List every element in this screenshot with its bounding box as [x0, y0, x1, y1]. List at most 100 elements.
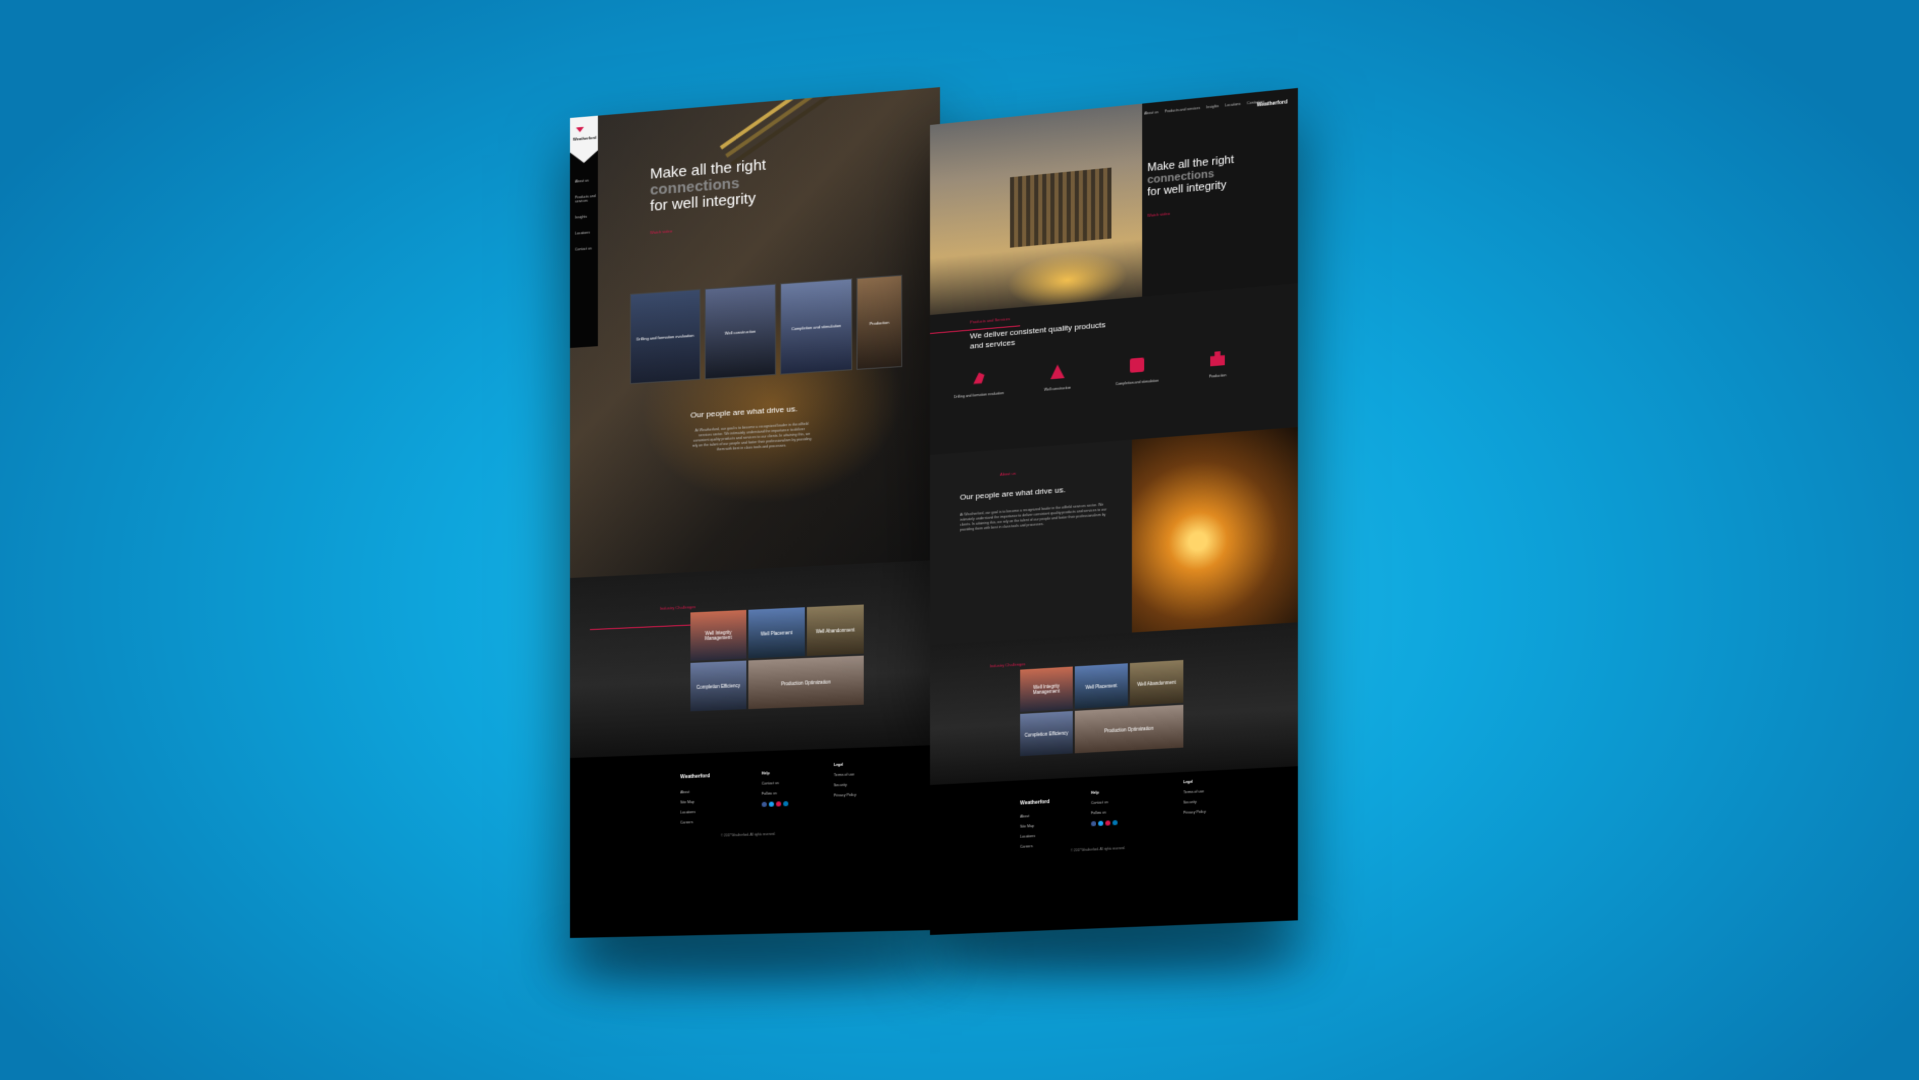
linkedin-icon[interactable]: [783, 801, 789, 807]
right-facebook-icon[interactable]: [1091, 821, 1097, 827]
side-nav-item-locations[interactable]: Locations: [575, 230, 597, 236]
logo-mark-icon: [576, 127, 584, 133]
side-nav-item-products[interactable]: Products and services: [575, 194, 597, 204]
right-challenges-section: Industry Challenges Well Integrity Manag…: [930, 622, 1298, 785]
pumpjack-icon: [972, 370, 986, 385]
facebook-icon[interactable]: [761, 801, 767, 808]
red-divider: [589, 624, 691, 631]
platform-structure: [1010, 167, 1112, 248]
right-footer-col-company: About Site Map Locations Careers: [1020, 814, 1035, 855]
side-nav-item-contact[interactable]: Contact us: [575, 246, 597, 251]
side-nav-item-insights[interactable]: Insights: [575, 214, 597, 220]
side-nav: About us Products and services Insights …: [575, 178, 597, 264]
footer-link-sitemap[interactable]: Site Map: [680, 800, 695, 804]
footer-link-contact[interactable]: Contact us: [762, 781, 789, 786]
right-hero-title: Make all the right connections for well …: [1147, 154, 1234, 199]
footer-help-title: Help: [761, 771, 770, 776]
right-social-icons: [1091, 820, 1118, 827]
challenge-completion-efficiency[interactable]: Completion Efficiency: [690, 660, 747, 712]
bridge-image: [719, 87, 941, 150]
footer-link-careers[interactable]: Careers: [680, 820, 695, 824]
tile-production[interactable]: Production: [856, 274, 903, 370]
right-footer-logo[interactable]: Weatherford: [1020, 799, 1050, 807]
footer-col-help: Help Contact us Follow us: [761, 771, 789, 813]
tile-drilling[interactable]: Drilling and formation evaluation: [629, 288, 701, 385]
plant-icon: [1210, 351, 1225, 366]
tile-completion[interactable]: Completion and stimulation: [780, 278, 853, 375]
product-completion-label: Completion and stimulation: [1115, 378, 1159, 387]
right-footer-help-title: Help: [1091, 790, 1099, 795]
right-footer-follow-label: Follow us: [1091, 810, 1107, 816]
product-construction-label: Well construction: [1044, 385, 1072, 392]
right-challenge-well-placement[interactable]: Well Placement: [1074, 663, 1128, 709]
nav-about[interactable]: About us: [1144, 110, 1158, 115]
left-footer: Weatherford About Site Map Locations Car…: [570, 744, 941, 938]
about-title: Our people are what drive us.: [959, 485, 1066, 502]
product-drilling-label: Drilling and formation evaluation: [953, 391, 1005, 400]
right-linkedin-icon[interactable]: [1112, 820, 1118, 826]
nav-insights[interactable]: Insights: [1206, 104, 1219, 109]
right-challenge-well-abandonment[interactable]: Well Abandonment: [1129, 659, 1184, 706]
top-nav: About us Products and services Insights …: [1144, 100, 1264, 116]
copyright: © 2017 Weatherford. All rights reserved.: [720, 831, 776, 838]
nav-locations[interactable]: Locations: [1225, 102, 1241, 108]
footer-col-company: About Site Map Locations Careers: [680, 790, 695, 831]
left-sidebar: Weatherford About us Products and servic…: [570, 115, 598, 348]
nav-products[interactable]: Products and services: [1165, 106, 1201, 114]
footer-link-security[interactable]: Security: [834, 783, 857, 788]
product-drilling[interactable]: Drilling and formation evaluation: [950, 369, 1008, 400]
right-footer-link-sitemap[interactable]: Site Map: [1020, 824, 1035, 829]
left-page-mockup: Weatherford About us Products and servic…: [570, 87, 941, 938]
footer-link-privacy[interactable]: Privacy Policy: [834, 793, 857, 798]
right-challenges-label: Industry Challenges: [989, 661, 1026, 669]
left-page-shadow: [560, 940, 940, 980]
product-production-label: Production: [1208, 373, 1227, 379]
right-footer-link-about[interactable]: About: [1020, 814, 1035, 818]
about-text: At Weatherford, our goal is to become a …: [959, 502, 1107, 532]
side-nav-item-about[interactable]: About us: [575, 178, 597, 184]
right-footer-col-help: Help Contact us Follow us: [1091, 790, 1118, 833]
right-twitter-icon[interactable]: [1098, 820, 1104, 827]
challenge-well-placement[interactable]: Well Placement: [748, 607, 805, 659]
right-challenge-completion-efficiency[interactable]: Completion Efficiency: [1020, 710, 1073, 757]
right-challenge-well-integrity[interactable]: Well Integrity Management: [1020, 666, 1073, 712]
right-youtube-icon[interactable]: [1105, 820, 1111, 826]
twitter-icon[interactable]: [768, 801, 774, 807]
product-production[interactable]: Production: [1187, 349, 1247, 380]
challenge-well-abandonment[interactable]: Well Abandonment: [806, 604, 864, 656]
challenges-label: Industry Challenges: [660, 604, 696, 611]
product-icons: Drilling and formation evaluation Well c…: [950, 349, 1248, 399]
footer-follow-label: Follow us: [761, 791, 777, 796]
service-tiles: Drilling and formation evaluation Well c…: [629, 274, 903, 385]
footer-legal-title: Legal: [833, 762, 844, 768]
tile-construction[interactable]: Well construction: [704, 283, 777, 380]
right-page-mockup: About us Products and services Insights …: [930, 87, 1298, 935]
challenge-production-optimization[interactable]: Production Optimization: [748, 655, 864, 710]
right-footer-link-locations[interactable]: Locations: [1020, 834, 1035, 839]
footer-link-about[interactable]: About: [680, 790, 695, 794]
product-completion[interactable]: Completion and stimulation: [1107, 356, 1166, 387]
right-challenge-grid: Well Integrity Management Well Placement…: [1020, 659, 1184, 757]
footer-link-terms[interactable]: Terms of use: [834, 772, 857, 777]
offshore-platform-image: [930, 103, 1143, 315]
logo[interactable]: Weatherford: [570, 116, 598, 164]
right-footer-link-careers[interactable]: Careers: [1020, 844, 1035, 849]
challenge-well-integrity[interactable]: Well Integrity Management: [690, 609, 747, 661]
cube-icon: [1129, 357, 1145, 373]
right-watch-video-link[interactable]: Watch video: [1147, 211, 1170, 218]
right-footer-link-security[interactable]: Security: [1183, 799, 1206, 805]
footer-col-legal: Legal Terms of use Security Privacy Poli…: [834, 762, 857, 804]
footer-link-locations[interactable]: Locations: [680, 810, 695, 815]
about-section: About us Our people are what drive us. A…: [930, 427, 1298, 645]
right-footer-link-contact[interactable]: Contact us: [1091, 800, 1118, 805]
right-footer-link-privacy[interactable]: Privacy Policy: [1183, 810, 1206, 815]
telescope-sunset-image: [1131, 427, 1298, 633]
right-footer-link-terms[interactable]: Terms of use: [1183, 789, 1206, 794]
right-page-shadow: [930, 930, 1310, 970]
product-construction[interactable]: Well construction: [1028, 362, 1087, 393]
youtube-icon[interactable]: [776, 801, 782, 807]
right-challenge-production-optimization[interactable]: Production Optimization: [1074, 704, 1184, 754]
challenges-section: Industry Challenges Well Integrity Manag…: [570, 559, 941, 758]
footer-logo[interactable]: Weatherford: [680, 773, 710, 780]
social-icons: [761, 801, 789, 808]
